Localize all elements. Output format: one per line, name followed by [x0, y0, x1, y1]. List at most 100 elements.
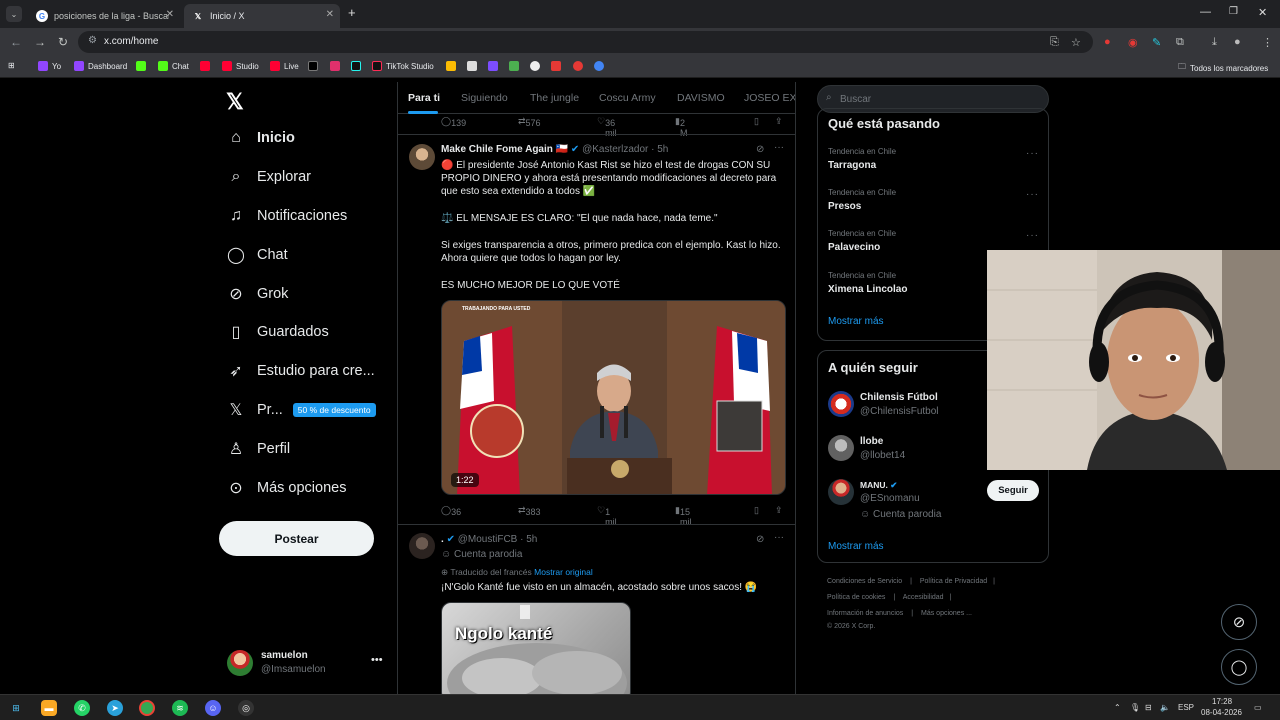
close-tab-icon[interactable]: ✕ — [326, 9, 334, 20]
tiktok-icon[interactable] — [351, 61, 365, 71]
input-language[interactable]: ESP — [1178, 703, 1194, 712]
extension-icon[interactable]: ◉ — [1128, 36, 1138, 49]
x-bookmark-icon[interactable] — [308, 61, 322, 71]
nav-premium[interactable]: 𝕏 Pr... 50 % de descuento — [226, 398, 376, 422]
nav-more[interactable]: ⊙ Más opciones — [226, 476, 346, 500]
bookmark-star-icon[interactable]: ☆ — [1071, 36, 1081, 49]
nav-chat[interactable]: ◯ Chat — [226, 243, 288, 267]
account-switcher[interactable]: samuelon @Imsamuelon ••• — [227, 649, 387, 679]
like-button[interactable]: ♡ 36 mil — [597, 116, 617, 138]
post-author-name[interactable]: . — [441, 534, 444, 545]
download-icon[interactable]: ⤓ — [1212, 36, 1217, 49]
bookmark-live[interactable]: Live — [270, 61, 299, 71]
forward-icon[interactable]: → — [34, 35, 46, 49]
omnibox[interactable]: ⚙ x.com/home — [78, 31, 1093, 53]
bookmark-post-icon[interactable]: ▯ — [754, 116, 759, 127]
instagram-icon[interactable] — [330, 61, 344, 71]
obs-icon[interactable]: ◎ — [238, 700, 254, 716]
post-video[interactable]: TRABAJANDO PARA USTED 1:22 — [441, 300, 786, 495]
tab-google-search[interactable]: G posiciones de la liga - Buscar co ✕ — [28, 4, 180, 28]
repost-button[interactable]: ⇄ 576 — [518, 116, 541, 128]
bookmark-dashboard[interactable]: Dashboard — [74, 61, 127, 71]
kick-icon[interactable] — [136, 61, 150, 71]
drive-icon[interactable] — [446, 61, 460, 71]
bookmark-icon[interactable] — [551, 61, 565, 71]
nav-bookmarks[interactable]: ▯ Guardados — [226, 320, 329, 344]
tab-davismo[interactable]: DAVISMO — [677, 92, 725, 104]
more-horizontal-icon[interactable]: ••• — [371, 654, 383, 666]
volume-icon[interactable]: 🔈 — [1160, 703, 1170, 712]
reload-icon[interactable]: ↻ — [58, 35, 68, 49]
nav-explore[interactable]: ⌕ Explorar — [226, 165, 311, 189]
install-app-icon[interactable]: ⎘ — [1050, 36, 1059, 49]
grok-icon[interactable]: ⊘ — [756, 144, 764, 155]
tab-search-button[interactable]: ⌄ — [6, 6, 22, 22]
bookmark-icon[interactable] — [488, 61, 502, 71]
all-bookmarks[interactable]: 🗀 Todos los marcadores — [1178, 61, 1268, 75]
window-close-icon[interactable]: ✕ — [1258, 6, 1267, 19]
x-home-logo[interactable]: 𝕏 — [226, 89, 244, 115]
nav-notifications[interactable]: ♫ Notificaciones — [226, 204, 347, 228]
post-author-avatar[interactable] — [409, 533, 435, 559]
new-tab-icon[interactable]: + — [348, 5, 356, 20]
post-time[interactable]: · 5h — [520, 534, 537, 545]
nav-profile[interactable]: ♙ Perfil — [226, 437, 290, 461]
like-button[interactable]: ♡ 1 mil — [597, 505, 617, 527]
bookmark-icon[interactable] — [509, 61, 523, 71]
who-to-follow-show-more[interactable]: Mostrar más — [828, 541, 884, 552]
share-icon[interactable]: ⇪ — [775, 505, 783, 516]
reply-button[interactable]: ◯ 139 — [441, 116, 466, 128]
chat-fab-button[interactable]: ◯ — [1221, 649, 1257, 685]
footer-privacy-link[interactable]: Política de Privacidad — [920, 578, 987, 585]
repost-button[interactable]: ⇄ 383 — [518, 505, 541, 517]
reply-button[interactable]: ◯ 36 — [441, 505, 461, 517]
tab-para-ti[interactable]: Para ti — [408, 92, 440, 104]
post-time[interactable]: · 5h — [651, 144, 668, 155]
minimize-icon[interactable]: — — [1200, 6, 1211, 18]
windows-start-icon[interactable]: ⊞ — [8, 700, 24, 716]
clock-date[interactable]: 08-04-2026 — [1201, 708, 1242, 717]
views-button[interactable]: ▮ 15 mil — [675, 505, 691, 527]
post-button[interactable]: Postear — [219, 521, 374, 556]
bookmark-icon[interactable] — [467, 61, 481, 71]
post-author-handle[interactable]: @MoustiFCB — [458, 534, 518, 545]
tab-siguiendo[interactable]: Siguiendo — [461, 92, 508, 104]
bookmark-tiktok-studio[interactable]: TikTok Studio — [372, 61, 434, 71]
share-icon[interactable]: ⇪ — [775, 116, 783, 127]
bookmark-icon[interactable] — [530, 61, 544, 71]
tab-joseo[interactable]: JOSEO EXC — [744, 92, 795, 104]
post-author-name[interactable]: Make Chile Fome Again — [441, 144, 553, 155]
spotify-icon[interactable]: ≋ — [172, 700, 188, 716]
bookmark-chat[interactable]: Chat — [158, 61, 189, 71]
gemini-icon[interactable] — [594, 61, 608, 71]
extension-icon[interactable]: ● — [1104, 36, 1111, 48]
extensions-puzzle-icon[interactable]: ⧉ — [1176, 36, 1184, 49]
back-icon[interactable]: ← — [10, 35, 22, 49]
bookmark-icon[interactable] — [573, 61, 587, 71]
footer-cookies-link[interactable]: Política de cookies — [827, 594, 885, 601]
nav-grok[interactable]: ⊘ Grok — [226, 282, 288, 306]
site-info-icon[interactable]: ⚙ — [88, 35, 97, 46]
footer-ads-link[interactable]: Información de anuncios — [827, 610, 903, 617]
nav-creator-studio[interactable]: ➶ Estudio para cre... — [226, 359, 374, 383]
notifications-icon[interactable]: ▭ — [1254, 703, 1262, 712]
tab-x-home[interactable]: 𝕏 Inicio / X ✕ — [184, 4, 340, 28]
footer-terms-link[interactable]: Condiciones de Servicio — [827, 578, 902, 585]
whatsapp-icon[interactable]: ✆ — [74, 700, 90, 716]
show-original-link[interactable]: Mostrar original — [534, 567, 593, 577]
trend-more-icon[interactable]: ··· — [1026, 230, 1039, 241]
telegram-icon[interactable]: ➤ — [107, 700, 123, 716]
post-author-avatar[interactable] — [409, 144, 435, 170]
views-button[interactable]: ▮ 2 M — [675, 116, 687, 138]
nav-home[interactable]: ⌂ Inicio — [226, 126, 295, 150]
bookmark-post-icon[interactable]: ▯ — [754, 505, 759, 516]
tray-chevron-icon[interactable]: ⌃ — [1114, 703, 1121, 712]
extension-icon[interactable]: ✎ — [1152, 36, 1161, 49]
grok-fab-button[interactable]: ⊘ — [1221, 604, 1257, 640]
post-image[interactable]: Ngolo kanté — [441, 602, 631, 694]
profile-avatar-icon[interactable]: ● — [1234, 36, 1241, 48]
trends-show-more[interactable]: Mostrar más — [828, 316, 884, 327]
trend-more-icon[interactable]: ··· — [1026, 148, 1039, 159]
clock-time[interactable]: 17:28 — [1212, 697, 1232, 706]
network-icon[interactable]: ⊟ — [1145, 703, 1152, 712]
